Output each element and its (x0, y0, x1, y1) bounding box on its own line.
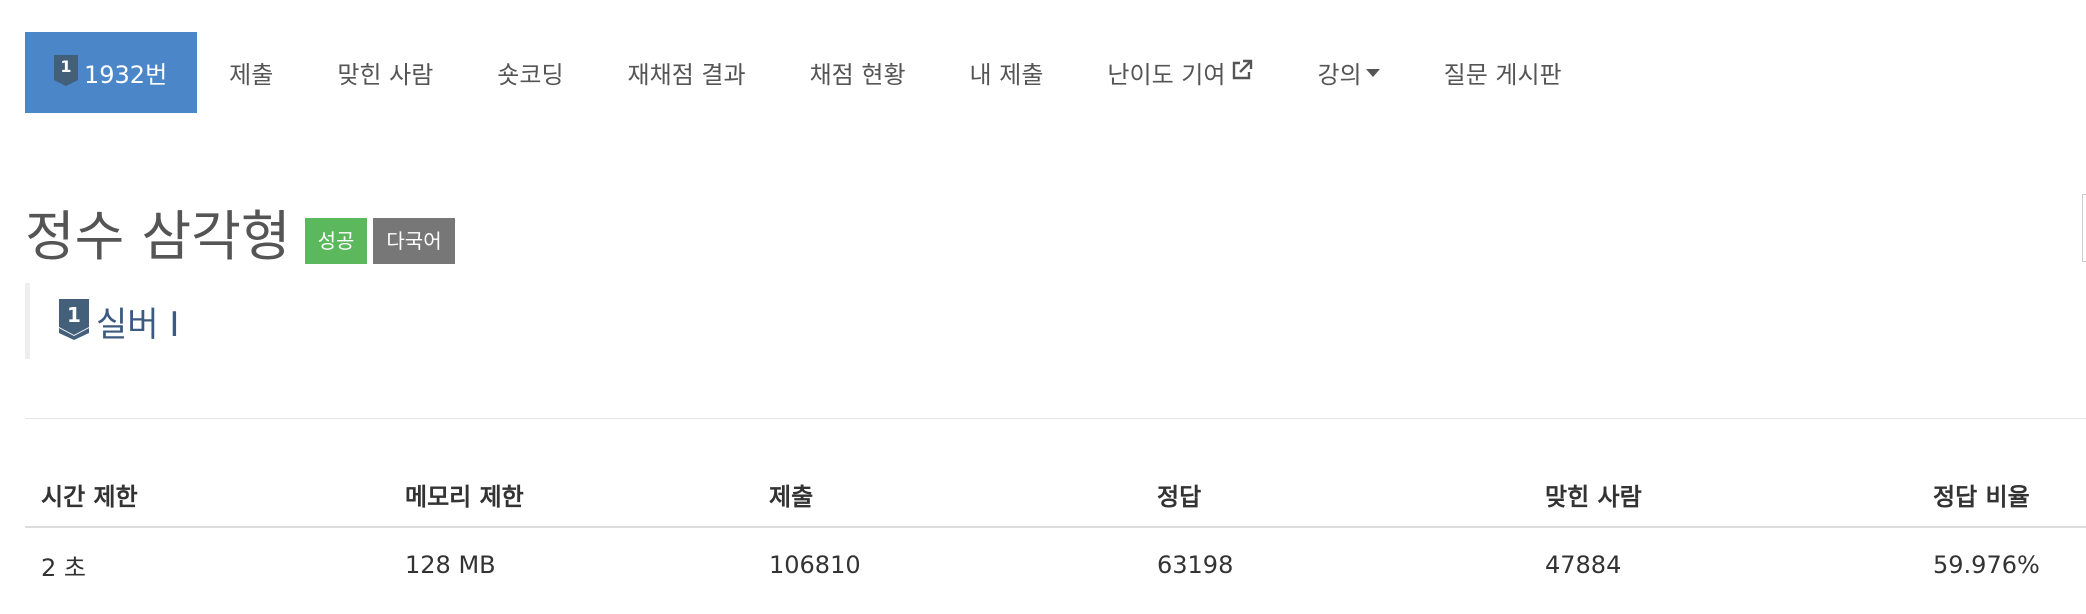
tab-label: 난이도 기여 (1107, 61, 1226, 89)
header-accept-ratio: 정답 비율 (1917, 462, 2086, 528)
tab-my-submissions[interactable]: 내 제출 (938, 32, 1076, 113)
tab-label: 제출 (229, 61, 274, 89)
external-link-icon (1231, 59, 1253, 87)
problem-header: 정수 삼각형 성공 다국어 (25, 192, 461, 268)
header-memory-limit: 메모리 제한 (389, 462, 753, 528)
tier-blockquote: 1 실버 I (25, 283, 458, 359)
tab-submit[interactable]: 제출 (197, 32, 305, 113)
success-label: 성공 (304, 218, 368, 264)
tab-label: 강의 (1317, 61, 1362, 89)
problem-title: 정수 삼각형 (25, 205, 291, 268)
svg-text:1: 1 (60, 57, 71, 76)
tab-short-coding[interactable]: 숏코딩 (465, 32, 595, 113)
cell-accept-ratio: 59.976% (1933, 551, 2040, 579)
tab-label: 숏코딩 (497, 61, 564, 89)
header-accepted: 정답 (1141, 462, 1529, 528)
tier-badge-icon: 1 (58, 298, 90, 344)
tab-lectures-dropdown[interactable]: 강의 (1285, 32, 1411, 113)
cell-memory-limit: 128 MB (405, 551, 496, 579)
caret-down-icon (1365, 68, 1380, 77)
sidebar-edge (2082, 194, 2086, 262)
tab-label: 재채점 결과 (627, 61, 746, 89)
tab-rejudge-result[interactable]: 재채점 결과 (596, 32, 778, 113)
cell-time-limit: 2 초 (41, 553, 86, 582)
tab-label: 내 제출 (969, 61, 1044, 89)
cell-solved-users: 47884 (1545, 551, 1622, 579)
tier-badge-icon: 1 (53, 54, 79, 92)
multilang-label: 다국어 (373, 218, 455, 264)
tab-label: 맞힌 사람 (337, 61, 434, 89)
tab-question-board[interactable]: 질문 게시판 (1412, 32, 1594, 113)
svg-text:1: 1 (67, 303, 81, 327)
tab-judge-status[interactable]: 채점 현황 (778, 32, 938, 113)
table-header-row: 시간 제한 메모리 제한 제출 정답 맞힌 사람 정답 비율 (25, 462, 2086, 528)
problem-nav: 1 1932번 제출 맞힌 사람 숏코딩 재채점 결과 채점 현황 내 제출 난… (25, 32, 1594, 113)
tab-problem[interactable]: 1 1932번 (25, 32, 198, 113)
header-solved-users: 맞힌 사람 (1529, 462, 1917, 528)
header-time-limit: 시간 제한 (25, 462, 389, 528)
section-divider (25, 418, 2086, 419)
tab-label: 질문 게시판 (1443, 61, 1562, 89)
problem-info-table: 시간 제한 메모리 제한 제출 정답 맞힌 사람 정답 비율 2 초 128 M… (25, 462, 2086, 602)
problem-number: 1932번 (84, 61, 168, 89)
cell-submissions: 106810 (769, 551, 861, 579)
tab-label: 채점 현황 (809, 61, 906, 89)
table-row: 2 초 128 MB 106810 63198 47884 59.976% (25, 527, 2086, 602)
tier-label[interactable]: 실버 I (96, 297, 179, 346)
header-submissions: 제출 (753, 462, 1141, 528)
cell-accepted: 63198 (1157, 551, 1234, 579)
tab-difficulty-contribution[interactable]: 난이도 기여 (1075, 32, 1285, 113)
tab-solved-users[interactable]: 맞힌 사람 (305, 32, 465, 113)
